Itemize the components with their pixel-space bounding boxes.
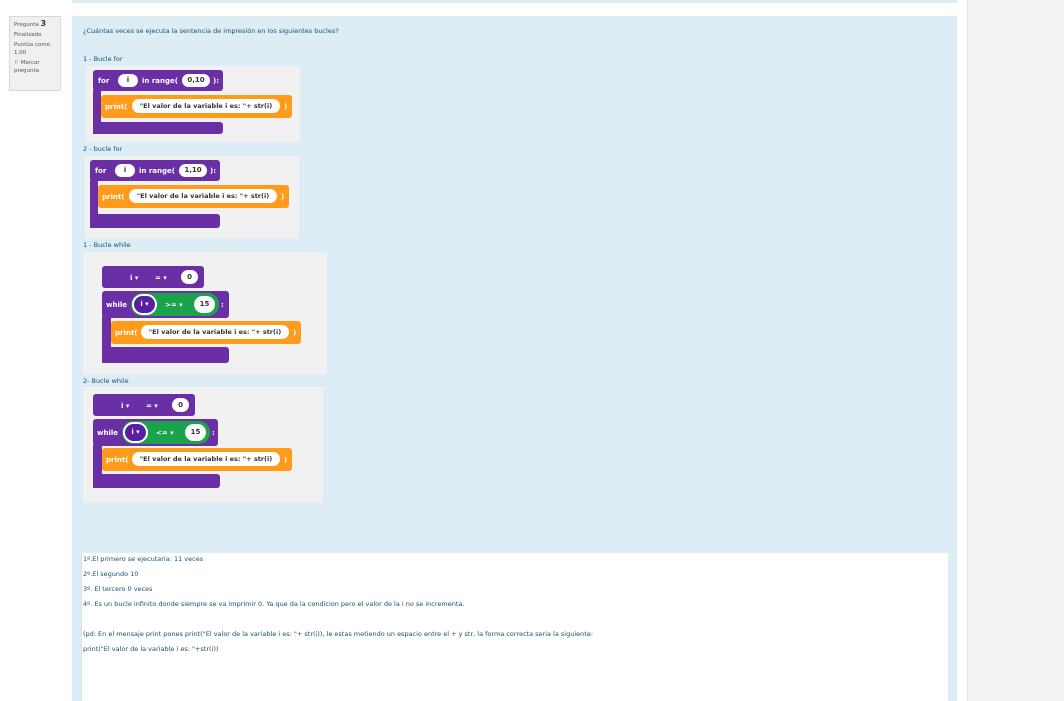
answer-line-6: print("El valor de la variable i es: "+s… [83, 645, 219, 653]
compare-dropdown[interactable]: >= ▾ [165, 301, 183, 309]
range-args-pill[interactable]: 1,10 [179, 164, 207, 177]
var-dropdown[interactable]: i ▾ [132, 294, 157, 315]
print-keyword: print( [106, 456, 129, 464]
var-dropdown[interactable]: i ▾ [123, 422, 148, 443]
while-block-bottom [93, 474, 220, 488]
score-label: Puntúa como [14, 42, 51, 48]
for-block: for i in range( 1,10 ): [90, 160, 220, 181]
while-colon: : [221, 301, 224, 309]
close-paren: ): [213, 77, 219, 85]
section-label-3: 1 - Bucle while [83, 241, 131, 249]
print-keyword: print( [115, 329, 138, 337]
answer-line-2: 2º.El segundo 10 [83, 570, 139, 578]
answer-line-4: 4º. Es un bucle infinito donde siempre s… [83, 600, 465, 608]
print-close: ) [281, 193, 285, 201]
print-arg-pill[interactable]: "El valor de la variable i es: "+ str(i) [132, 452, 280, 466]
question-number: 3 [40, 19, 47, 28]
print-block[interactable]: print( "El valor de la variable i es: "+… [111, 321, 301, 344]
close-paren: ): [210, 167, 216, 175]
in-range-keyword: in range( [142, 77, 178, 85]
init-value-pill[interactable]: 0 [181, 270, 198, 284]
print-keyword: print( [102, 193, 125, 201]
assign-dropdown[interactable]: = ▾ [146, 402, 158, 410]
range-args-pill[interactable]: 0,10 [182, 74, 210, 87]
init-value-pill[interactable]: 0 [172, 398, 189, 412]
blocks-image-1: for i in range( 0,10 ): print( "El valor… [86, 66, 300, 142]
question-text: ¿Cuántas veces se ejecuta la sentencia d… [83, 27, 339, 35]
print-arg-pill[interactable]: "El valor de la variable i es: "+ str(i) [132, 99, 280, 113]
loop-var-pill[interactable]: i [118, 74, 138, 87]
compare-dropdown[interactable]: <= ▾ [156, 429, 174, 437]
print-block[interactable]: print( "El valor de la variable i es: "+… [102, 448, 292, 471]
assign-dropdown[interactable]: = ▾ [155, 274, 167, 282]
section-label-2: 2 - bucle for [83, 145, 123, 153]
answer-line-5: (pd: En el mensaje print pones print("El… [83, 630, 594, 638]
blocks-image-4: i ▾ = ▾ 0 while i ▾ <= ▾ 15 : print( "El… [83, 387, 323, 502]
answer-line-1: 1º.El primero se ejecutaria: 11 veces [83, 555, 204, 563]
limit-value-pill[interactable]: 15 [185, 424, 206, 441]
for-block-bottom [93, 122, 223, 134]
print-block[interactable]: print( "El valor de la variable i es: "+… [98, 185, 289, 208]
assign-block: i ▾ = ▾ 0 [102, 266, 204, 288]
flag-question-link[interactable]: ⚐ Marcar pregunta [14, 59, 56, 75]
condition-block: i ▾ <= ▾ 15 [122, 421, 210, 444]
print-arg-pill[interactable]: "El valor de la variable i es: "+ str(i) [141, 325, 289, 339]
right-panel [967, 0, 1064, 701]
in-range-keyword: in range( [139, 167, 175, 175]
loop-var-pill[interactable]: i [115, 164, 135, 177]
for-keyword: for [95, 167, 107, 175]
print-close: ) [284, 103, 288, 111]
var-dropdown[interactable]: i ▾ [121, 402, 129, 410]
print-keyword: print( [105, 103, 128, 111]
condition-block: i ▾ >= ▾ 15 [131, 293, 219, 316]
for-block-bottom [90, 214, 220, 228]
for-block: for i in range( 0,10 ): [93, 70, 223, 91]
limit-value-pill[interactable]: 15 [194, 296, 215, 313]
question-label: Pregunta [14, 22, 39, 28]
flag-icon: ⚐ [14, 60, 19, 66]
while-block: while i ▾ >= ▾ 15 : [102, 291, 229, 318]
print-arg-pill[interactable]: "El valor de la variable i es: "+ str(i) [129, 189, 277, 203]
var-dropdown[interactable]: i ▾ [130, 274, 138, 282]
section-label-1: 1 - Bucle for [83, 55, 123, 63]
while-keyword: while [97, 429, 118, 437]
blocks-image-2: for i in range( 1,10 ): print( "El valor… [85, 156, 299, 238]
print-close: ) [284, 456, 288, 464]
question-info-box: Pregunta 3 Finalizado Puntúa como 1,00 ⚐ … [9, 16, 61, 91]
while-block-bottom [102, 347, 229, 363]
answer-textarea[interactable] [81, 553, 948, 701]
question-status: Finalizado [14, 32, 42, 38]
for-keyword: for [98, 77, 110, 85]
print-block[interactable]: print( "El valor de la variable i es: "+… [101, 95, 292, 118]
section-label-4: 2- Bucle while [83, 377, 129, 385]
print-close: ) [293, 329, 297, 337]
answer-line-3: 3º. El tercero 0 veces [83, 585, 153, 593]
score-value: 1,00 [14, 50, 27, 56]
assign-block: i ▾ = ▾ 0 [93, 394, 195, 416]
while-keyword: while [106, 301, 127, 309]
while-colon: : [212, 429, 215, 437]
blocks-image-3: i ▾ = ▾ 0 while i ▾ >= ▾ 15 : print( "El… [83, 252, 327, 374]
top-strip [72, 0, 957, 3]
while-block: while i ▾ <= ▾ 15 : [93, 419, 218, 446]
